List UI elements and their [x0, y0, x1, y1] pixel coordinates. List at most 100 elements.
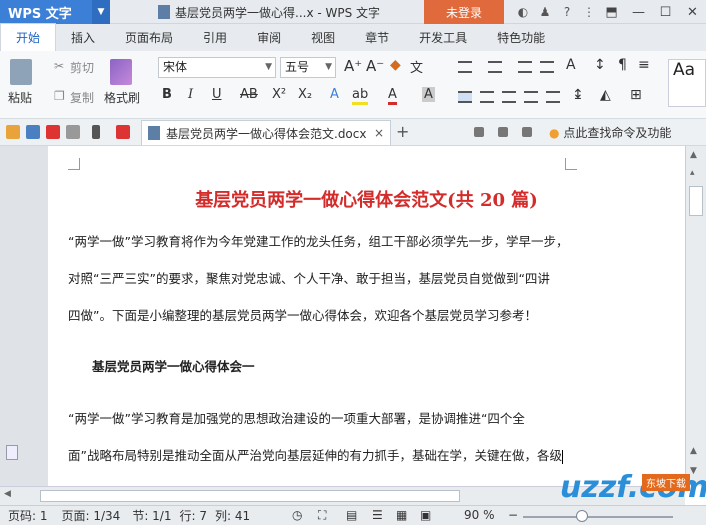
layout-icon[interactable] — [498, 127, 508, 137]
superscript-icon[interactable]: X² — [272, 87, 286, 102]
scroll-top-icon[interactable]: ▴ — [690, 168, 695, 178]
highlight-icon[interactable]: ab — [352, 87, 369, 105]
ribbon-toolbar: 粘贴 ✂ 剪切 ❐ 复制 格式刷 宋体 ▼ 五号 ▼ A⁺ A⁻ ◆ 文 B I… — [0, 51, 706, 119]
phonetic-icon[interactable]: 文 — [410, 57, 423, 76]
document-tab-label: 基层党员两学一做心得体会范文.docx — [166, 126, 367, 141]
cut-button[interactable]: 剪切 — [70, 59, 94, 76]
style-preview[interactable]: Aa — [668, 59, 706, 107]
copy-button[interactable]: 复制 — [70, 89, 94, 106]
close-icon[interactable]: ✕ — [679, 0, 706, 24]
tab-review[interactable]: 审阅 — [242, 24, 296, 51]
text-direction-icon[interactable]: A — [566, 57, 576, 73]
tab-view[interactable]: 视图 — [296, 24, 350, 51]
fullscreen-icon[interactable]: ⛶ — [318, 508, 326, 523]
document-tab[interactable]: 基层党员两学一做心得体会范文.docx × — [141, 120, 391, 145]
line-height-icon[interactable]: ↨ — [572, 87, 584, 103]
outline-view-icon[interactable]: ☰ — [372, 508, 383, 522]
maximize-icon[interactable]: ☐ — [652, 0, 679, 24]
site-watermark: uzzf.com 东坡下载 — [560, 470, 706, 516]
login-button[interactable]: 未登录 — [424, 0, 504, 24]
subscript-icon[interactable]: X₂ — [298, 87, 312, 102]
open-folder-icon[interactable] — [6, 125, 20, 139]
export-pdf-icon[interactable] — [46, 125, 60, 139]
format-painter-button[interactable]: 格式刷 — [104, 89, 140, 106]
tab-developer[interactable]: 开发工具 — [404, 24, 482, 51]
align-right-icon[interactable] — [502, 91, 516, 103]
zoom-level[interactable]: 90 % — [464, 508, 495, 522]
shirt-icon[interactable]: ♟ — [534, 5, 556, 19]
navigation-icon[interactable] — [6, 445, 18, 460]
page-view-icon[interactable]: ▤ — [346, 508, 357, 522]
tab-section[interactable]: 章节 — [350, 24, 404, 51]
distribute-icon[interactable] — [546, 91, 560, 103]
text-effect-icon[interactable]: A — [330, 87, 339, 102]
read-view-icon[interactable]: ▣ — [420, 508, 431, 522]
align-center-icon[interactable] — [480, 91, 494, 103]
paste-button[interactable]: 粘贴 — [8, 89, 32, 106]
tab-page-layout[interactable]: 页面布局 — [110, 24, 188, 51]
wps-logo-icon — [116, 125, 130, 139]
paragraph-line: “两学一做”学习教育是加强党的思想政治建设的一项重大部署，是协调推进“四个全 — [68, 411, 525, 426]
shrink-font-icon[interactable]: A⁻ — [366, 57, 384, 75]
app-menu-button[interactable]: WPS 文字 ▼ — [0, 0, 110, 24]
format-painter-icon[interactable] — [110, 59, 132, 85]
prev-page-icon[interactable]: ▲ — [690, 446, 697, 456]
document-canvas: 基层党员两学一做心得体会范文(共 20 篇) “两学一做”学习教育将作为今年党建… — [0, 146, 685, 486]
tab-insert[interactable]: 插入 — [56, 24, 110, 51]
bold-button[interactable]: B — [162, 87, 172, 102]
window-icon[interactable] — [522, 127, 532, 137]
border-icon[interactable]: ⊞ — [630, 87, 642, 103]
font-size-select[interactable]: 五号 ▼ — [280, 57, 336, 78]
scroll-up-icon[interactable]: ▲ — [690, 150, 697, 160]
shading-icon[interactable]: ◭ — [600, 87, 611, 103]
new-tab-icon[interactable]: + — [396, 122, 409, 141]
zoom-slider[interactable] — [523, 516, 673, 518]
web-view-icon[interactable]: ▦ — [396, 508, 407, 522]
bullet-list-icon[interactable] — [458, 61, 472, 73]
font-color-icon[interactable]: A — [388, 87, 397, 105]
skin-icon[interactable]: ◐ — [512, 5, 534, 19]
clear-format-icon[interactable]: ◆ — [390, 57, 401, 73]
strikethrough-button[interactable]: AB — [240, 87, 258, 102]
font-name-select[interactable]: 宋体 ▼ — [158, 57, 276, 78]
scrollbar-thumb[interactable] — [689, 186, 703, 216]
scrollbar-thumb[interactable] — [40, 490, 460, 502]
watermark-badge: 东坡下载 — [642, 474, 690, 491]
align-left-icon[interactable] — [458, 91, 472, 103]
help-icon[interactable]: ? — [556, 5, 578, 19]
increase-indent-icon[interactable] — [540, 61, 554, 73]
print-icon[interactable] — [66, 125, 80, 139]
vertical-scrollbar[interactable]: ▲ ▴ ▲ ▼ — [685, 146, 706, 486]
tab-references[interactable]: 引用 — [188, 24, 242, 51]
numbered-list-icon[interactable] — [488, 61, 502, 73]
restore-icon[interactable]: ⬒ — [598, 0, 625, 24]
paste-icon[interactable] — [10, 59, 32, 85]
show-marks-icon[interactable]: ¶ — [618, 57, 627, 73]
char-shading-icon[interactable]: A — [422, 87, 435, 102]
menu-icon[interactable]: ⋮ — [578, 5, 600, 19]
minimize-icon[interactable]: — — [625, 0, 652, 24]
line-spacing-icon[interactable]: ≡ — [638, 57, 650, 73]
grow-font-icon[interactable]: A⁺ — [344, 57, 362, 75]
status-page-number[interactable]: 页码: 1 — [8, 507, 48, 524]
status-page[interactable]: 页面: 1/34 — [62, 507, 121, 524]
command-search[interactable]: ● 点此查找命令及功能 — [549, 124, 671, 141]
sort-icon[interactable]: ↕ — [594, 57, 606, 73]
chevron-down-icon[interactable]: ▼ — [92, 0, 110, 24]
tab-home[interactable]: 开始 — [0, 23, 57, 51]
status-section: 节: 1/1 — [132, 509, 172, 523]
zoom-out-icon[interactable]: − — [508, 508, 518, 522]
document-page[interactable]: 基层党员两学一做心得体会范文(共 20 篇) “两学一做”学习教育将作为今年党建… — [48, 146, 685, 486]
italic-button[interactable]: I — [188, 87, 193, 102]
save-icon[interactable] — [26, 125, 40, 139]
underline-button[interactable]: U — [212, 87, 222, 102]
decrease-indent-icon[interactable] — [518, 61, 532, 73]
history-icon[interactable]: ◷ — [292, 508, 302, 522]
justify-icon[interactable] — [524, 91, 538, 103]
tab-features[interactable]: 特色功能 — [482, 24, 560, 51]
customize-icon[interactable] — [92, 125, 100, 139]
paragraph-line: “两学一做”学习教育将作为今年党建工作的龙头任务，组工干部必须学先一步，学早一步… — [68, 234, 569, 249]
scroll-left-icon[interactable]: ◀ — [4, 489, 11, 499]
close-tab-icon[interactable]: × — [374, 126, 384, 140]
sidebar-toggle-icon[interactable] — [474, 127, 484, 137]
